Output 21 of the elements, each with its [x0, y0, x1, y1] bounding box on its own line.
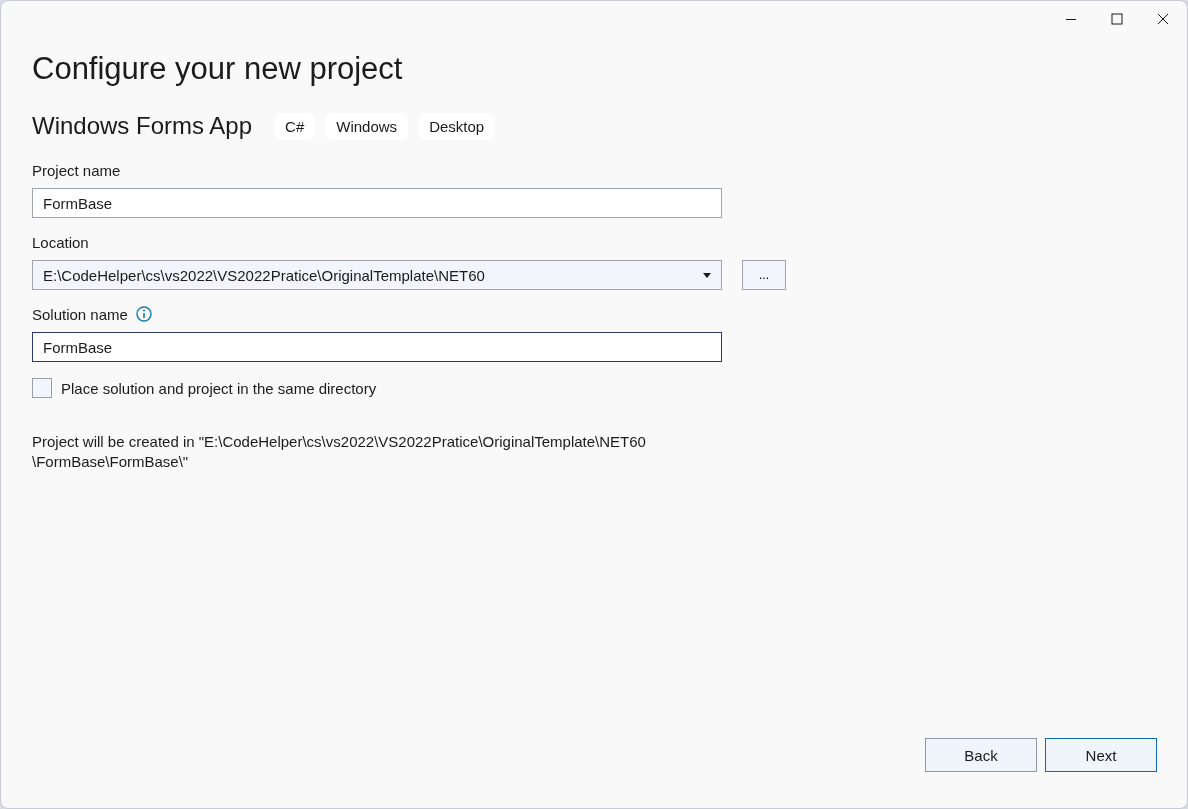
template-tag: Windows	[325, 112, 409, 140]
field-label: Solution name	[32, 305, 128, 323]
nav-button[interactable]: Back	[925, 738, 1037, 772]
location-dropdown[interactable]: E:\CodeHelper\cs\vs2022\VS2022Pratice\OriginalTemplate\NET60	[32, 260, 722, 290]
checkbox[interactable]	[32, 378, 52, 398]
template-tag: C#	[274, 112, 316, 140]
page-title: Configure your new project	[32, 50, 404, 88]
checkbox-label: Place solution and project in the same directory	[61, 379, 377, 397]
template-tag: Desktop	[418, 112, 496, 140]
field-label: Project name	[32, 161, 121, 179]
caret-icon	[703, 272, 711, 278]
text-input-field[interactable]: FormBase	[32, 188, 722, 218]
nav-button[interactable]: Next	[1045, 738, 1157, 772]
field-label: Location	[32, 233, 89, 251]
close-icon[interactable]	[1157, 13, 1169, 25]
template-name: Windows Forms App	[32, 112, 253, 140]
info-icon[interactable]	[135, 306, 152, 322]
maximize-icon[interactable]	[1111, 13, 1123, 25]
text-input-field[interactable]: FormBase	[32, 332, 722, 362]
output-path-text: Project will be created in "E:\CodeHelper\cs\vs2022\VS2022Pratice\OriginalTemplate\NET60 \FormBase\FormBase\"	[32, 432, 647, 472]
browse-button[interactable]: ...	[742, 260, 786, 290]
